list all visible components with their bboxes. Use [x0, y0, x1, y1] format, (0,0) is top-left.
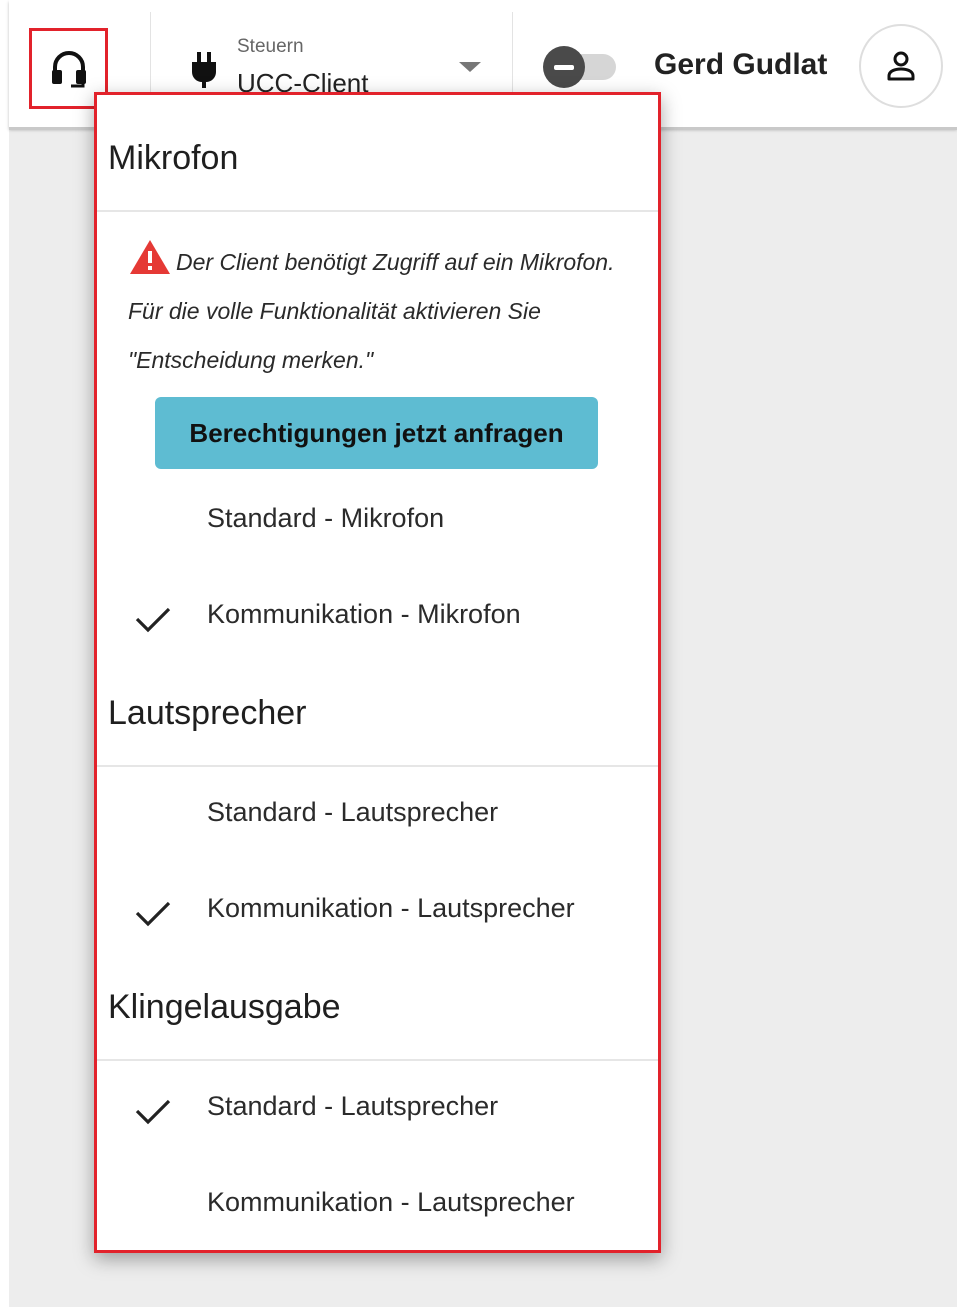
- warning-text: Der Client benötigt Zugriff auf ein Mikr…: [128, 249, 615, 373]
- device-item-label: Kommunikation - Mikrofon: [207, 599, 521, 629]
- device-item-speaker-communication[interactable]: Kommunikation - Lautsprecher: [97, 883, 658, 943]
- device-item-speaker-standard[interactable]: Standard - Lautsprecher: [97, 787, 658, 847]
- check-icon: [135, 901, 171, 927]
- warning-icon: [130, 240, 170, 274]
- device-item-microphone-standard[interactable]: Standard - Mikrofon: [97, 493, 658, 553]
- plug-icon: [192, 52, 216, 88]
- device-item-microphone-communication[interactable]: Kommunikation - Mikrofon: [97, 589, 658, 649]
- person-icon: [887, 51, 915, 81]
- device-item-label: Kommunikation - Lautsprecher: [207, 1187, 575, 1217]
- device-item-label: Standard - Mikrofon: [207, 503, 445, 533]
- request-permissions-button[interactable]: Berechtigungen jetzt anfragen: [155, 397, 598, 469]
- chevron-down-icon[interactable]: [459, 62, 481, 72]
- device-item-ringer-communication[interactable]: Kommunikation - Lautsprecher: [97, 1177, 658, 1237]
- device-item-label: Standard - Lautsprecher: [207, 797, 499, 827]
- section-title-microphone: Mikrofon: [108, 139, 239, 177]
- permission-warning: Der Client benötigt Zugriff auf ein Mikr…: [128, 238, 638, 385]
- section-divider: [97, 765, 658, 767]
- user-name: Gerd Gudlat: [654, 48, 828, 81]
- device-item-label: Kommunikation - Lautsprecher: [207, 893, 575, 923]
- dnd-toggle[interactable]: [543, 46, 585, 88]
- section-title-speaker: Lautsprecher: [108, 694, 307, 732]
- device-item-ringer-standard[interactable]: Standard - Lautsprecher: [97, 1081, 658, 1141]
- check-icon: [135, 1099, 171, 1125]
- section-divider: [97, 210, 658, 212]
- section-divider: [97, 1059, 658, 1061]
- control-label: Steuern: [237, 36, 304, 57]
- headset-icon: [51, 50, 86, 87]
- section-title-ringer: Klingelausgabe: [108, 988, 341, 1026]
- check-icon: [135, 607, 171, 633]
- audio-device-menu: Mikrofon Der Client benötigt Zugriff auf…: [94, 92, 661, 1253]
- device-item-label: Standard - Lautsprecher: [207, 1091, 499, 1121]
- avatar-button[interactable]: [859, 24, 943, 108]
- minus-icon: [554, 64, 574, 70]
